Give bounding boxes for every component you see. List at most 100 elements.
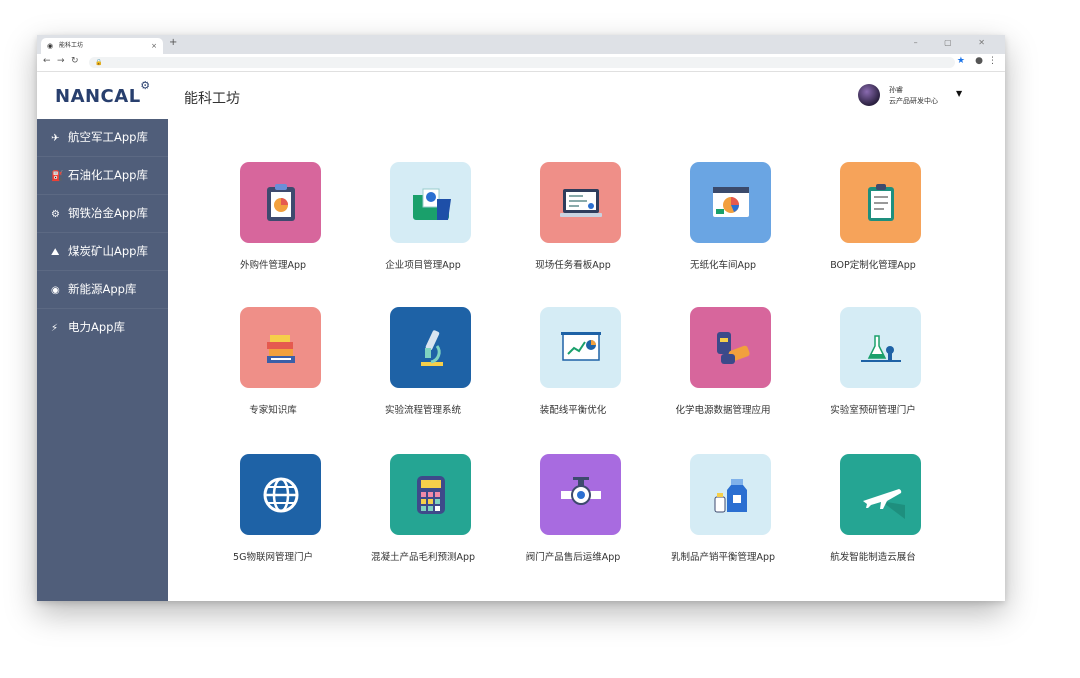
batteries-icon bbox=[716, 331, 750, 364]
browser-tab[interactable]: ◉ 能科工坊 × bbox=[41, 38, 163, 54]
sidebar-item-aviation[interactable]: ✈ 航空军工App库 bbox=[37, 119, 168, 157]
app-header: NANCAL ⚙ 能科工坊 孙睿 云产品研发中心 ▼ bbox=[37, 72, 1005, 119]
avatar[interactable] bbox=[858, 84, 880, 106]
plane-icon: ✈ bbox=[51, 133, 60, 144]
gear-icon: ⚙ bbox=[140, 79, 151, 92]
tab-bar: ◉ 能科工坊 × + – ▢ ✕ bbox=[37, 35, 1005, 54]
sidebar-item-petrochemical[interactable]: ⛽ 石油化工App库 bbox=[37, 157, 168, 195]
app-tile[interactable] bbox=[240, 454, 321, 535]
clipboard-list-icon bbox=[867, 183, 894, 221]
new-tab-button[interactable]: + bbox=[169, 37, 177, 48]
app-tile[interactable] bbox=[540, 454, 621, 535]
app-card-task-board[interactable]: 现场任务看板App bbox=[508, 162, 638, 282]
app-tile[interactable] bbox=[390, 162, 471, 243]
chrome-icon: ◉ bbox=[47, 42, 54, 50]
app-card-aero-engine[interactable]: 航发智能制造云展台 bbox=[808, 454, 938, 574]
steel-icon: ⚙ bbox=[51, 209, 60, 220]
account-icon[interactable]: ● bbox=[975, 56, 983, 66]
valve-icon bbox=[560, 476, 601, 505]
calculator-icon bbox=[416, 475, 445, 514]
sidebar-item-label: 新能源App库 bbox=[68, 282, 137, 296]
browser-window: ◉ 能科工坊 × + – ▢ ✕ ← → ↻ 🔒 ★ ● ⋮ NANCAL ⚙ 能… bbox=[37, 35, 1005, 601]
address-bar: ← → ↻ 🔒 ★ ● ⋮ bbox=[37, 54, 1005, 72]
app-card-5g-iot[interactable]: 5G物联网管理门户 bbox=[208, 454, 338, 574]
sidebar-item-label: 电力App库 bbox=[68, 320, 125, 334]
sidebar-item-label: 石油化工App库 bbox=[68, 168, 148, 182]
app-grid: 外购件管理App 企业项目管理App 现场任务看板App 无纸化车间App BO… bbox=[168, 119, 1005, 601]
app-tile[interactable] bbox=[390, 307, 471, 388]
page-title: 能科工坊 bbox=[184, 91, 240, 107]
app-label: 企业项目管理App bbox=[385, 260, 461, 271]
folder-chart-icon bbox=[412, 188, 451, 220]
power-tower-icon: ⚡ bbox=[51, 323, 59, 334]
app-tile[interactable] bbox=[240, 307, 321, 388]
app-card-lab-process[interactable]: 实验流程管理系统 bbox=[358, 307, 488, 427]
window-controls[interactable]: – ▢ ✕ bbox=[914, 38, 997, 47]
sidebar-item-label: 钢铁冶金App库 bbox=[68, 206, 148, 220]
app-label: 无纸化车间App bbox=[689, 260, 757, 271]
sidebar-item-coal[interactable]: ⛰ 煤炭矿山App库 bbox=[37, 233, 168, 271]
app-label: 混凝土产品毛利预测App bbox=[370, 552, 476, 563]
sidebar-item-label: 航空军工App库 bbox=[68, 130, 148, 144]
app-card-project-mgmt[interactable]: 企业项目管理App bbox=[358, 162, 488, 282]
app-card-paperless-workshop[interactable]: 无纸化车间App bbox=[658, 162, 788, 282]
sidebar-item-steel[interactable]: ⚙ 钢铁冶金App库 bbox=[37, 195, 168, 233]
clipboard-pie-icon bbox=[266, 183, 295, 221]
sidebar-item-label: 煤炭矿山App库 bbox=[68, 244, 148, 258]
browser-pie-icon bbox=[712, 186, 749, 217]
app-card-purchased-parts[interactable]: 外购件管理App bbox=[208, 162, 338, 282]
app-tile[interactable] bbox=[840, 307, 921, 388]
sidebar: ✈ 航空军工App库 ⛽ 石油化工App库 ⚙ 钢铁冶金App库 ⛰ 煤炭矿山App库 … bbox=[37, 119, 168, 601]
books-icon bbox=[266, 334, 295, 363]
app-label: 5G物联网管理门户 bbox=[233, 552, 313, 563]
bookmark-star-icon[interactable]: ★ bbox=[957, 56, 965, 66]
lock-icon: 🔒 bbox=[95, 59, 103, 66]
app-label: 实验流程管理系统 bbox=[384, 405, 461, 416]
app-label: BOP定制化管理App bbox=[830, 260, 916, 271]
reload-icon[interactable]: ↻ bbox=[71, 56, 79, 66]
lab-flask-icon bbox=[860, 334, 901, 362]
user-name: 孙睿 bbox=[889, 86, 903, 94]
app-tile[interactable] bbox=[840, 454, 921, 535]
app-label: 专家知识库 bbox=[249, 405, 297, 416]
back-icon[interactable]: ← bbox=[43, 56, 51, 66]
energy-icon: ◉ bbox=[51, 285, 60, 296]
laptop-board-icon bbox=[559, 188, 602, 217]
user-menu[interactable]: 孙睿 云产品研发中心 ▼ bbox=[858, 84, 968, 108]
forward-icon[interactable]: → bbox=[57, 56, 65, 66]
app-tile[interactable] bbox=[690, 307, 771, 388]
app-card-bop[interactable]: BOP定制化管理App bbox=[808, 162, 938, 282]
sidebar-item-power[interactable]: ⚡ 电力App库 bbox=[37, 309, 168, 346]
app-card-assembly-line[interactable]: 装配线平衡优化 bbox=[508, 307, 638, 427]
url-input[interactable]: 🔒 bbox=[89, 57, 955, 68]
app-tile[interactable] bbox=[390, 454, 471, 535]
app-label: 装配线平衡优化 bbox=[539, 405, 607, 416]
app-tile[interactable] bbox=[540, 162, 621, 243]
tab-title: 能科工坊 bbox=[59, 42, 84, 49]
close-tab-icon[interactable]: × bbox=[151, 38, 157, 54]
milk-icon bbox=[714, 478, 747, 512]
nancal-logo: NANCAL ⚙ bbox=[55, 79, 151, 107]
app-label: 现场任务看板App bbox=[535, 260, 611, 271]
globe-icon bbox=[263, 477, 298, 512]
app-tile[interactable] bbox=[240, 162, 321, 243]
app-card-concrete-profit[interactable]: 混凝土产品毛利预测App bbox=[358, 454, 488, 574]
microscope-icon bbox=[420, 329, 443, 366]
app-card-lab-research[interactable]: 实验室预研管理门户 bbox=[808, 307, 938, 427]
app-card-battery-data[interactable]: 化学电源数据管理应用 bbox=[658, 307, 788, 427]
app-label: 航发智能制造云展台 bbox=[830, 552, 916, 563]
app-tile[interactable] bbox=[690, 454, 771, 535]
app-tile[interactable] bbox=[840, 162, 921, 243]
airplane-icon bbox=[862, 488, 905, 519]
app-card-dairy-balance[interactable]: 乳制品产销平衡管理App bbox=[658, 454, 788, 574]
menu-kebab-icon[interactable]: ⋮ bbox=[988, 56, 997, 66]
app-tile[interactable] bbox=[540, 307, 621, 388]
mountain-icon: ⛰ bbox=[51, 247, 60, 258]
caret-down-icon[interactable]: ▼ bbox=[956, 89, 962, 98]
app-tile[interactable] bbox=[690, 162, 771, 243]
app-card-valve-service[interactable]: 阀门产品售后运维App bbox=[508, 454, 638, 574]
app-label: 外购件管理App bbox=[239, 260, 307, 271]
sidebar-item-new-energy[interactable]: ◉ 新能源App库 bbox=[37, 271, 168, 309]
app-card-expert-kb[interactable]: 专家知识库 bbox=[208, 307, 338, 427]
app-label: 实验室预研管理门户 bbox=[830, 405, 916, 416]
